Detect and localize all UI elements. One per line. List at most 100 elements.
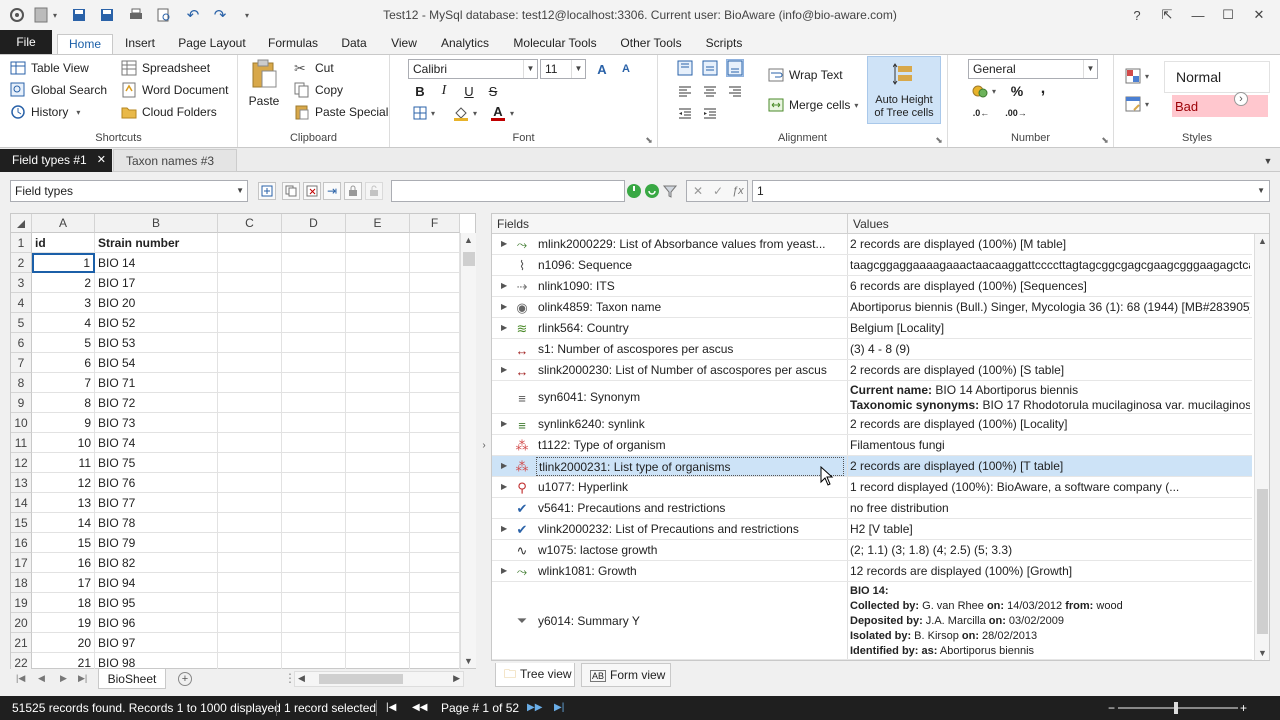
cell-empty[interactable]	[410, 533, 460, 553]
column-header-e[interactable]: E	[346, 214, 410, 233]
cell-strain-number[interactable]: BIO 52	[95, 313, 218, 333]
cell-empty[interactable]	[410, 493, 460, 513]
conditional-formatting-icon[interactable]	[1124, 67, 1142, 85]
cell-id[interactable]: 18	[32, 593, 95, 613]
cell-empty[interactable]	[410, 573, 460, 593]
tree-vertical-scrollbar[interactable]: ▲ ▼	[1254, 234, 1269, 660]
cell-empty[interactable]	[346, 253, 410, 273]
prev-sheet-icon[interactable]: ◀	[38, 673, 45, 684]
column-header-b[interactable]: B	[95, 214, 218, 233]
tree-row[interactable]: ▶ ↔ slink2000230: List of Number of ascosp…	[492, 360, 1252, 381]
chevron-down-icon[interactable]: ▾	[989, 82, 999, 100]
last-sheet-icon[interactable]: ▶|	[78, 673, 87, 684]
cell-empty[interactable]	[346, 433, 410, 453]
cell-empty[interactable]	[218, 613, 282, 633]
row-header[interactable]: 12	[11, 453, 32, 473]
cell-empty[interactable]	[218, 373, 282, 393]
grow-font-icon[interactable]: A	[593, 60, 611, 78]
cell-empty[interactable]	[282, 433, 346, 453]
scroll-down-icon[interactable]: ▼	[464, 656, 473, 666]
expand-icon[interactable]: ▶	[501, 239, 507, 248]
tree-row[interactable]: ▶ ⤳ wlink1081: Growth 12 records are displa…	[492, 561, 1252, 582]
cell-empty[interactable]	[218, 633, 282, 653]
percent-button[interactable]: %	[1008, 82, 1026, 100]
help-button[interactable]: ?	[1122, 0, 1152, 30]
tree-row[interactable]: ↔ s1: Number of ascospores per ascus (3) 4…	[492, 339, 1252, 360]
expand-icon[interactable]: ▶	[501, 482, 507, 491]
cell-strain-number[interactable]: BIO 17	[95, 273, 218, 293]
expand-icon[interactable]: ▶	[501, 524, 507, 533]
cell-id[interactable]: 1	[32, 253, 95, 273]
number-dialog-launcher-icon[interactable]: ⬊	[1099, 134, 1111, 146]
cell-empty[interactable]	[282, 273, 346, 293]
tree-row[interactable]: ⌇ n1096: Sequence taagcggaggaaaagaaactaaca…	[492, 255, 1252, 276]
chevron-down-icon[interactable]: ▾	[507, 104, 517, 122]
cell-strain-number[interactable]: Strain number	[95, 233, 218, 253]
tree-row[interactable]: ✔ v5641: Precautions and restrictions no f…	[492, 498, 1252, 519]
tree-row[interactable]: ⁂ t1122: Type of organism Filamentous fung…	[492, 435, 1252, 456]
strikethrough-button[interactable]: S	[484, 82, 502, 100]
cell-id[interactable]: 7	[32, 373, 95, 393]
doc-tab-field-types[interactable]: Field types #1 ✕	[0, 149, 112, 172]
row-header[interactable]: 10	[11, 413, 32, 433]
cell-empty[interactable]	[346, 593, 410, 613]
tabs-menu-icon[interactable]: ▼	[1259, 152, 1277, 170]
spreadsheet-button[interactable]: Spreadsheet	[121, 58, 210, 78]
cell-empty[interactable]	[346, 333, 410, 353]
cell-empty[interactable]	[410, 333, 460, 353]
chevron-down-icon[interactable]: ▾	[428, 104, 438, 122]
cell-id[interactable]: 13	[32, 493, 95, 513]
cell-empty[interactable]	[218, 413, 282, 433]
cell-empty[interactable]	[410, 273, 460, 293]
search-go-icon[interactable]	[625, 182, 643, 200]
decrease-indent-icon[interactable]	[676, 104, 694, 122]
quick-search-input[interactable]	[391, 180, 625, 202]
tree-row[interactable]: ▶ ⤳ mlink2000229: List of Absorbance value…	[492, 234, 1252, 255]
currency-icon[interactable]	[971, 82, 989, 100]
cell-empty[interactable]	[346, 393, 410, 413]
cell-empty[interactable]	[410, 553, 460, 573]
scroll-left-icon[interactable]: ◀	[298, 673, 305, 684]
hscroll-thumb[interactable]	[319, 674, 403, 684]
zoom-in-icon[interactable]: +	[1240, 696, 1247, 720]
column-header-f[interactable]: F	[410, 214, 460, 233]
cell-empty[interactable]	[282, 413, 346, 433]
align-bottom-icon[interactable]	[726, 59, 744, 77]
cell-empty[interactable]	[410, 313, 460, 333]
tree-row[interactable]: ▶ ⚲ u1077: Hyperlink 1 record displayed (10…	[492, 477, 1252, 498]
expand-icon[interactable]: ▶	[501, 461, 507, 470]
bold-button[interactable]: B	[411, 82, 429, 100]
increase-decimal-icon[interactable]: .0←	[971, 104, 991, 122]
cell-strain-number[interactable]: BIO 95	[95, 593, 218, 613]
cell-empty[interactable]	[410, 513, 460, 533]
cell-empty[interactable]	[218, 293, 282, 313]
cell-id[interactable]: 10	[32, 433, 95, 453]
cell-empty[interactable]	[282, 533, 346, 553]
tab-form-view[interactable]: AB Form view	[581, 663, 671, 687]
cell-empty[interactable]	[346, 473, 410, 493]
tab-other-tools[interactable]: Other Tools	[616, 34, 686, 54]
cell-empty[interactable]	[282, 513, 346, 533]
cell-id[interactable]: 3	[32, 293, 95, 313]
cell-strain-number[interactable]: BIO 14	[95, 253, 218, 273]
zoom-out-icon[interactable]: −	[1108, 696, 1115, 720]
values-column-header[interactable]: Values	[848, 214, 1269, 234]
refresh-icon[interactable]	[643, 182, 661, 200]
font-family-select[interactable]: Calibri ▼	[408, 59, 538, 79]
sheet-vertical-scrollbar[interactable]: ▲ ▼	[460, 233, 476, 668]
tab-data[interactable]: Data	[338, 34, 370, 54]
zoom-slider-thumb[interactable]	[1174, 702, 1178, 714]
cell-strain-number[interactable]: BIO 72	[95, 393, 218, 413]
cell-strain-number[interactable]: BIO 82	[95, 553, 218, 573]
cell-empty[interactable]	[218, 573, 282, 593]
increase-indent-icon[interactable]	[701, 104, 719, 122]
chevron-down-icon[interactable]: ▾	[470, 104, 480, 122]
tree-row[interactable]: ≡ syn6041: Synonym Current name: BIO 14 Ab…	[492, 381, 1252, 414]
cell-id[interactable]: 12	[32, 473, 95, 493]
borders-icon[interactable]	[411, 104, 429, 122]
scroll-down-icon[interactable]: ▼	[1258, 648, 1267, 658]
formula-input[interactable]: 1 ▼	[752, 180, 1270, 202]
cell-empty[interactable]	[282, 233, 346, 253]
row-header[interactable]: 9	[11, 393, 32, 413]
table-selector[interactable]: Field types ▼	[10, 180, 248, 202]
